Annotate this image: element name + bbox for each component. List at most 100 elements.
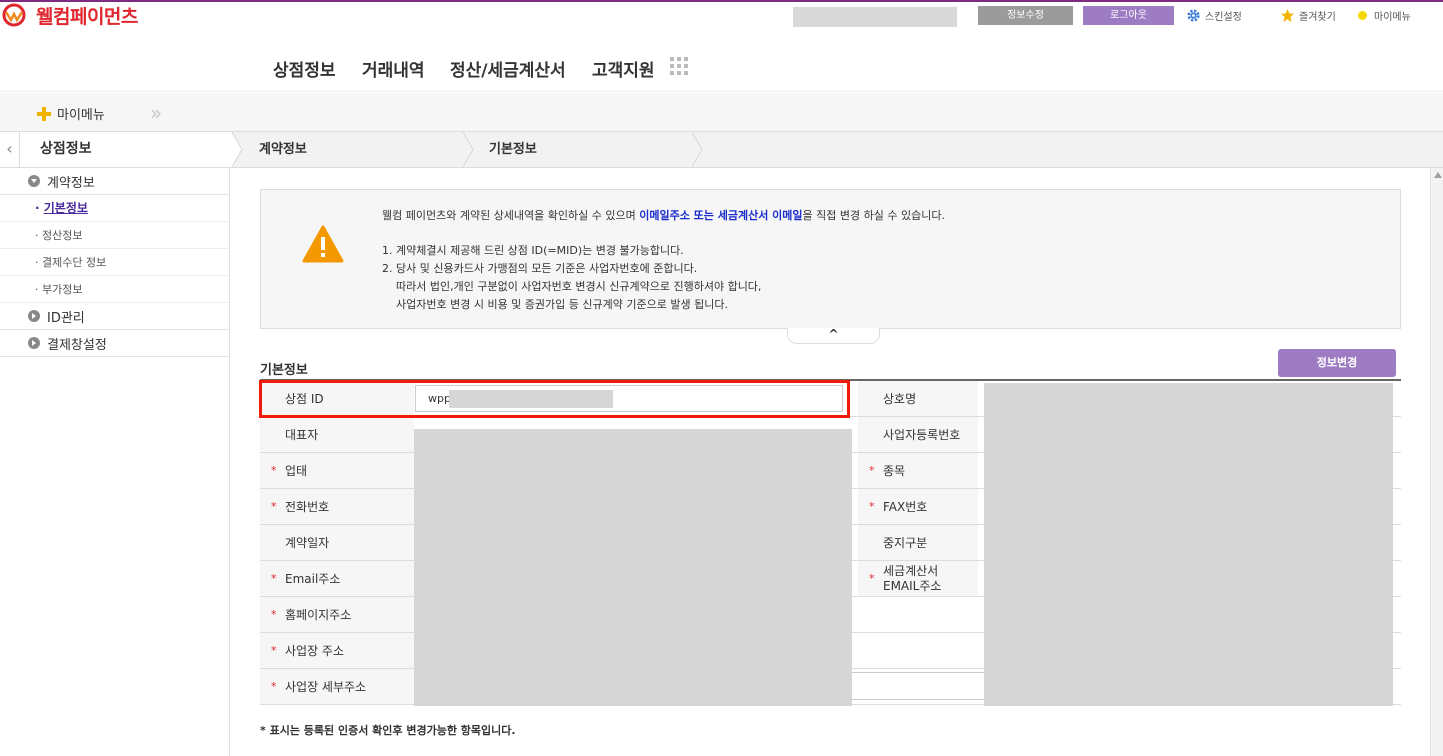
my-menu-bar-label: 마이메뉴 — [57, 108, 105, 123]
sidebar-group-label: 계약정보 — [47, 175, 95, 191]
redacted-right-values — [984, 383, 1393, 706]
my-menu-link[interactable]: 마이메뉴 — [1358, 8, 1411, 23]
nav-customer-support[interactable]: 고객지원 — [592, 56, 655, 81]
tax-email-line-1: 세금계산서 — [883, 563, 939, 578]
label-text: 전화번호 — [285, 500, 330, 514]
required-mark: * — [271, 500, 277, 513]
label-text: FAX번호 — [883, 500, 928, 514]
redacted-left-values — [414, 429, 852, 706]
notice-line-1: 웰컴 페이먼츠와 계약된 상세내역을 확인하실 수 있으며 이메일주소 또는 세… — [382, 207, 945, 223]
scroll-up-arrow-icon[interactable] — [1434, 172, 1442, 178]
sidebar-group-id-management[interactable]: ID관리 — [0, 303, 230, 330]
label-text: 상호명 — [883, 392, 917, 406]
sidebar-item-label: 기본정보 — [43, 201, 88, 215]
tax-email-line-2: EMAIL주소 — [883, 578, 942, 593]
star-icon — [1280, 8, 1295, 23]
breadcrumb-item-basic[interactable]: 기본정보 — [489, 132, 537, 167]
label-text: 계약일자 — [285, 536, 330, 550]
nav-settlement-tax[interactable]: 정산/세금계산서 — [450, 56, 566, 81]
favorites-link[interactable]: 즐겨찾기 — [1280, 8, 1336, 23]
skin-settings-link[interactable]: 스킨설정 — [1186, 8, 1242, 23]
sidebar-group-label: 결제창설정 — [47, 337, 107, 353]
breadcrumb-section: 상점정보 — [20, 132, 232, 167]
sidebar-item-additional-info[interactable]: · 부가정보 — [0, 276, 230, 303]
sidebar-item-label: 부가정보 — [42, 283, 83, 296]
gear-icon — [1187, 9, 1200, 22]
edit-info-button[interactable]: 정보수정 — [978, 6, 1073, 25]
sidebar-group-payment-window[interactable]: 결제창설정 — [0, 330, 230, 357]
change-info-button[interactable]: 정보변경 — [1278, 349, 1396, 377]
vertical-scrollbar[interactable] — [1430, 168, 1443, 756]
stop-type-label: 중지구분 — [858, 525, 978, 560]
notice-item-2-cont-2: 사업자번호 변경 시 비용 및 증권가입 등 신규계약 기준으로 발생 됩니다. — [396, 298, 728, 311]
label-text: 홈페이지주소 — [285, 608, 352, 622]
logo-text: 웰컴페이먼츠 — [36, 5, 138, 28]
required-mark: * — [869, 572, 875, 585]
nav-store-info[interactable]: 상점정보 — [273, 56, 336, 81]
main-navigation: 상점정보 거래내역 정산/세금계산서 고객지원 — [0, 32, 1443, 92]
company-name-label: 상호명 — [858, 381, 978, 416]
my-menu-bar: 마이메뉴 » — [0, 93, 1443, 131]
required-mark: * — [271, 644, 277, 657]
required-mark: * — [271, 608, 277, 621]
sidebar-group-label: ID관리 — [47, 310, 85, 326]
sidebar-item-payment-method[interactable]: · 결제수단 정보 — [0, 249, 230, 276]
contract-date-label: 계약일자 — [260, 525, 414, 560]
dot-icon — [1358, 11, 1367, 20]
grid-menu-icon[interactable] — [670, 57, 688, 75]
notice-highlight: 이메일주소 또는 세금계산서 이메일 — [639, 209, 803, 222]
email-label: * Email주소 — [260, 561, 414, 596]
notice-item-1: 1. 계약체결시 제공해 드린 상점 ID(=MID)는 변경 불가능합니다. — [382, 244, 684, 257]
breadcrumb: ‹ 상점정보 계약정보 기본정보 — [0, 131, 1443, 168]
label-text: Email주소 — [285, 572, 341, 586]
label-text: 업태 — [285, 464, 308, 478]
required-mark: * — [869, 464, 875, 477]
sidebar-item-label: 정산정보 — [42, 229, 83, 242]
circle-chevron-right-icon — [28, 337, 40, 349]
notice-line-1-prefix: 웰컴 페이먼츠와 계약된 상세내역을 확인하실 수 있으며 — [382, 209, 640, 222]
favorites-label: 즐겨찾기 — [1299, 12, 1336, 23]
tax-email-label: * 세금계산서 EMAIL주소 — [858, 561, 978, 596]
circle-chevron-down-icon — [28, 175, 40, 187]
breadcrumb-separator-icon — [692, 132, 703, 167]
required-mark: * — [869, 500, 875, 513]
required-mark: * — [271, 464, 277, 477]
sidebar-item-settlement-info[interactable]: · 정산정보 — [0, 222, 230, 249]
label-text: 사업장 주소 — [285, 644, 345, 658]
top-accent-line — [0, 0, 1443, 2]
chevron-left-icon[interactable]: ‹ — [0, 132, 20, 167]
sidebar: 계약정보 · 기본정보 · 정산정보 · 결제수단 정보 · 부가정보 ID관리… — [0, 168, 230, 756]
double-chevron-right-icon[interactable]: » — [150, 101, 162, 125]
sidebar-item-label: 결제수단 정보 — [42, 256, 107, 269]
logo[interactable]: 웰컴페이먼츠 — [2, 2, 138, 28]
address-detail-label: * 사업장 세부주소 — [260, 669, 414, 704]
sidebar-group-contract[interactable]: 계약정보 — [0, 168, 230, 195]
nav-transactions[interactable]: 거래내역 — [362, 56, 425, 81]
highlight-annotation-box — [259, 380, 850, 418]
notice-line-1-suffix: 을 직접 변경 하실 수 있습니다. — [802, 209, 945, 222]
breadcrumb-separator-icon — [463, 132, 474, 167]
redacted-user-info — [793, 7, 957, 27]
notice-box: 웰컴 페이먼츠와 계약된 상세내역을 확인하실 수 있으며 이메일주소 또는 세… — [260, 189, 1401, 329]
footnote: * 표시는 등록된 인증서 확인후 변경가능한 항목입니다. — [260, 724, 516, 737]
plus-icon — [37, 106, 51, 121]
required-mark: * — [271, 680, 277, 693]
logout-button[interactable]: 로그아웃 — [1083, 6, 1174, 25]
notice-item-2-cont-1: 따라서 법인,개인 구분없이 사업자번호 변경시 신규계약으로 진행하셔야 합니… — [396, 280, 762, 293]
biz-type-label: * 업태 — [260, 453, 414, 488]
breadcrumb-item-contract[interactable]: 계약정보 — [259, 132, 307, 167]
circle-chevron-right-icon — [28, 310, 40, 322]
ceo-label: 대표자 — [260, 417, 414, 452]
biz-reg-label: 사업자등록번호 — [858, 417, 978, 452]
skin-settings-label: 스킨설정 — [1205, 12, 1242, 23]
address-label: * 사업장 주소 — [260, 633, 414, 668]
sidebar-item-basic-info[interactable]: · 기본정보 — [0, 195, 230, 222]
label-text: 대표자 — [285, 428, 319, 442]
required-mark: * — [271, 572, 277, 585]
collapse-notice-button[interactable]: ^ — [787, 328, 880, 344]
label-text: 세금계산서 EMAIL주소 — [883, 564, 941, 594]
chevron-up-icon: ^ — [828, 327, 839, 341]
phone-label: * 전화번호 — [260, 489, 414, 524]
my-menu-toggle[interactable]: 마이메뉴 — [37, 104, 105, 123]
biz-item-label: * 종목 — [858, 453, 978, 488]
